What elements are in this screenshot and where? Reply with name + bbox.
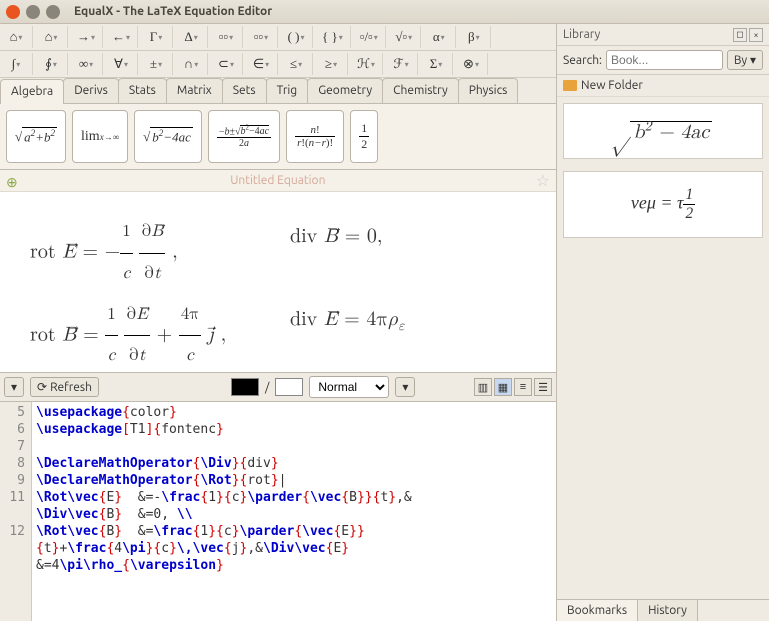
symbol-button[interactable]: α▾ <box>427 26 451 48</box>
symbol-button[interactable]: Δ▾ <box>179 26 203 48</box>
detach-icon[interactable]: ◻ <box>733 28 747 42</box>
window-title: EqualX - The LaTeX Equation Editor <box>74 5 272 18</box>
dropdown-button[interactable]: ▾ <box>4 377 24 397</box>
close-panel-icon[interactable]: × <box>749 28 763 42</box>
symbol-button[interactable]: Σ▾ <box>424 53 448 75</box>
symbol-button[interactable]: ▫▫▾ <box>249 26 273 48</box>
render-bar: ▾ ⟳ Refresh / Normal ▾ ▥ ▦ ≡ ☰ <box>0 372 556 402</box>
lib-tab-history[interactable]: History <box>638 600 698 621</box>
close-icon[interactable] <box>6 5 20 19</box>
template-button[interactable]: limx→∞ <box>72 110 128 163</box>
refresh-button[interactable]: ⟳ Refresh <box>30 377 99 397</box>
search-label: Search: <box>563 54 602 67</box>
lib-tab-bookmarks[interactable]: Bookmarks <box>557 600 638 621</box>
library-title: Library <box>563 28 600 41</box>
symbol-button[interactable]: ⌂▾ <box>4 26 28 48</box>
symbol-button[interactable]: ∈▾ <box>249 53 273 75</box>
symbol-button[interactable]: ±▾ <box>144 53 168 75</box>
favorite-star-icon[interactable]: ☆ <box>536 171 550 190</box>
symbol-button[interactable]: √▫▾ <box>392 26 416 48</box>
search-by-button[interactable]: By ▾ <box>727 50 763 70</box>
minimize-icon[interactable] <box>26 5 40 19</box>
template-button[interactable]: −b±√b2−4ac2a <box>208 110 280 163</box>
template-row: √a2+b2limx→∞√b2−4ac−b±√b2−4ac2an!r!(n−r)… <box>0 104 556 170</box>
add-equation-icon[interactable]: ⊕ <box>6 174 20 188</box>
line-gutter: 5678911 12 <box>0 402 32 621</box>
symbol-button[interactable]: ←▾ <box>109 26 133 48</box>
search-input[interactable] <box>606 50 723 70</box>
symbol-button[interactable]: ∮▾ <box>39 53 63 75</box>
library-preview-1[interactable]: √b2 − 4ac <box>563 103 763 159</box>
equation-header: ⊕ Untitled Equation ☆ <box>0 170 556 192</box>
symbol-button[interactable]: ∩▾ <box>179 53 203 75</box>
tab-stats[interactable]: Stats <box>118 78 167 103</box>
view-list-icon[interactable]: ≡ <box>514 378 532 396</box>
category-tabs: AlgebraDerivsStatsMatrixSetsTrigGeometry… <box>0 78 556 104</box>
symbol-button[interactable]: ≥▾ <box>319 53 343 75</box>
symbol-button[interactable]: ⊗▾ <box>459 53 483 75</box>
symbol-button[interactable]: ▫▫▾ <box>214 26 238 48</box>
symbol-button[interactable]: ( )▾ <box>284 26 308 48</box>
bg-color-swatch[interactable] <box>275 378 303 396</box>
code-editor[interactable]: 5678911 12 \usepackage{color}\usepackage… <box>0 402 556 621</box>
code-content[interactable]: \usepackage{color}\usepackage[T1]{fonten… <box>32 402 416 621</box>
symbol-button[interactable]: ∫▾ <box>4 53 28 75</box>
symbol-button[interactable]: ⌂▾ <box>39 26 63 48</box>
mode-down-button[interactable]: ▾ <box>395 377 415 397</box>
symbol-button[interactable]: β▾ <box>462 26 486 48</box>
symbol-button[interactable]: ∀▾ <box>109 53 133 75</box>
maximize-icon[interactable] <box>46 5 60 19</box>
titlebar: EqualX - The LaTeX Equation Editor <box>0 0 769 24</box>
template-button[interactable]: 12 <box>350 110 378 163</box>
folder-icon <box>563 80 577 91</box>
symbol-button[interactable]: ℱ▾ <box>389 53 413 75</box>
template-button[interactable]: √a2+b2 <box>6 110 66 163</box>
tab-sets[interactable]: Sets <box>222 78 267 103</box>
render-mode-select[interactable]: Normal <box>309 376 389 398</box>
symbol-button[interactable]: ∞▾ <box>74 53 98 75</box>
symbol-button[interactable]: ℋ▾ <box>354 53 378 75</box>
view-lines-icon[interactable]: ☰ <box>534 378 552 396</box>
equation-preview: rot E⃗ = −1c ∂B⃗∂t ,div B⃗ = 0,rot B⃗ = … <box>0 192 556 372</box>
library-folder[interactable]: New Folder <box>557 75 769 97</box>
fg-color-swatch[interactable] <box>231 378 259 396</box>
symbol-button[interactable]: { }▾ <box>319 26 346 48</box>
library-preview-2[interactable]: νeμ = τ12 <box>563 171 763 238</box>
view-split-icon[interactable]: ▥ <box>474 378 492 396</box>
tab-derivs[interactable]: Derivs <box>63 78 119 103</box>
equation-title: Untitled Equation <box>20 174 536 187</box>
library-tabs: BookmarksHistory <box>557 599 769 621</box>
view-grid-icon[interactable]: ▦ <box>494 378 512 396</box>
symbol-button[interactable]: ⊂▾ <box>214 53 238 75</box>
symbol-button[interactable]: ≤▾ <box>284 53 308 75</box>
library-panel: Library ◻ × Search: By ▾ New Folder √b2 … <box>556 24 769 621</box>
tab-trig[interactable]: Trig <box>266 78 309 103</box>
tab-chemistry[interactable]: Chemistry <box>382 78 459 103</box>
template-button[interactable]: √b2−4ac <box>134 110 202 163</box>
symbol-button[interactable]: Γ▾ <box>144 26 168 48</box>
symbol-button[interactable]: ▫/▫▾ <box>357 26 381 48</box>
template-button[interactable]: n!r!(n−r)! <box>286 110 344 163</box>
tab-algebra[interactable]: Algebra <box>0 79 64 104</box>
tab-geometry[interactable]: Geometry <box>307 78 383 103</box>
tab-matrix[interactable]: Matrix <box>166 78 223 103</box>
tab-physics[interactable]: Physics <box>458 78 519 103</box>
symbol-button[interactable]: →▾ <box>74 26 98 48</box>
